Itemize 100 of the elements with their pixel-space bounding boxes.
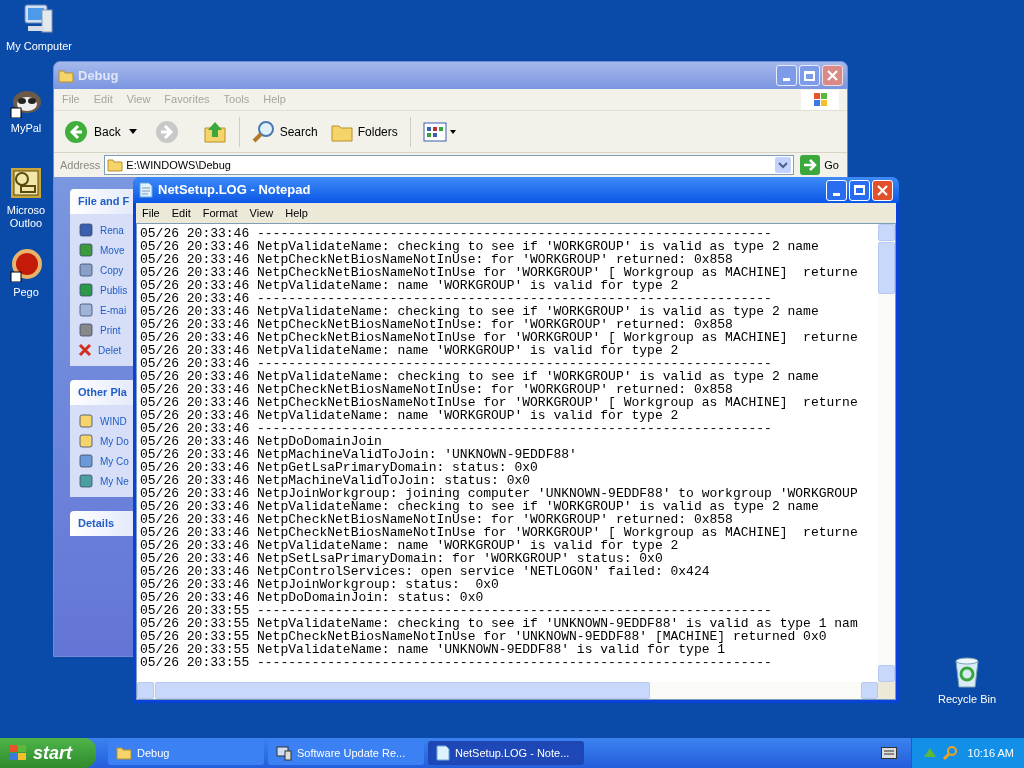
back-button[interactable]: Back xyxy=(64,119,121,144)
log-line: 05/26 20:33:46 NetpCheckNetBiosNameNotInUse for 'WORKGROUP' [ Workgroup as MACHINE] returne xyxy=(140,526,859,539)
menu-item[interactable]: Edit xyxy=(171,204,191,222)
panel-link[interactable]: E-mai xyxy=(100,302,127,318)
taskbar-button[interactable]: Debug xyxy=(108,741,264,765)
log-line: 05/26 20:33:55 NetpValidateName: checking to see if 'UNKNOWN-9EDDF88' is valid as type 1 nam xyxy=(140,617,859,630)
task-icon xyxy=(78,322,94,338)
task-icon xyxy=(78,473,94,489)
panel-link[interactable]: Print xyxy=(100,322,121,338)
calendar-clock-icon[interactable] xyxy=(9,166,43,200)
keyboard-icon[interactable] xyxy=(880,747,897,759)
desktop-icon-label[interactable]: Microso Outloo xyxy=(6,204,46,230)
vertical-scrollbar[interactable] xyxy=(878,224,895,682)
log-line: 05/26 20:33:46 NetpSetLsaPrimaryDomain: for 'WORKGROUP' status: 0x0 xyxy=(140,552,664,565)
task-icon xyxy=(78,282,94,298)
log-line: 05/26 20:33:46 NetpValidateName: name 'WORKGROUP' is valid for type 2 xyxy=(140,344,679,357)
dropdown-icon[interactable] xyxy=(775,157,792,173)
panel-header[interactable]: Other Pla xyxy=(70,380,133,405)
windows-flag-icon xyxy=(8,744,28,762)
log-line: 05/26 20:33:46 NetpValidateName: checking to see if 'WORKGROUP' is valid as type 2 name xyxy=(140,500,820,513)
log-line: 05/26 20:33:46 NetpDoDomainJoin: status: 0x0 xyxy=(140,591,485,604)
panel-link[interactable]: My Ne xyxy=(100,473,129,489)
resize-grip[interactable] xyxy=(878,682,895,699)
log-line: 05/26 20:33:46 NetpGetLsaPrimaryDomain: status: 0x0 xyxy=(140,461,539,474)
log-line: 05/26 20:33:46 NetpCheckNetBiosNameNotInUse: for 'WORKGROUP' returned: 0x858 xyxy=(140,513,734,526)
log-line: 05/26 20:33:55 ------------------------------------------------------------------ xyxy=(140,656,773,669)
computer-icon[interactable] xyxy=(22,2,56,36)
start-button[interactable]: start xyxy=(0,738,96,768)
horizontal-scrollbar[interactable] xyxy=(137,682,878,699)
log-line: 05/26 20:33:46 NetpJoinWorkgroup: joining computer 'UNKNOWN-9EDDF88' to workgroup 'WORKGROUP xyxy=(140,487,859,500)
log-line: 05/26 20:33:55 NetpCheckNetBiosNameNotInUse for 'UNKNOWN-9EDDF88' [MACHINE] returned 0x0 xyxy=(140,630,828,643)
panel-link[interactable]: My Co xyxy=(100,453,129,469)
panel-link[interactable]: Copy xyxy=(100,262,124,278)
panel-link[interactable]: Rena xyxy=(100,222,124,238)
log-line: 05/26 20:33:46 NetpCheckNetBiosNameNotInUse for 'WORKGROUP' [ Workgroup as MACHINE] returne xyxy=(140,396,859,409)
minimize-button[interactable] xyxy=(776,65,797,86)
window-title: Debug xyxy=(78,66,120,85)
address-label: Address xyxy=(60,157,101,173)
menu-item[interactable]: Format xyxy=(202,204,238,222)
task-icon xyxy=(78,222,94,238)
desktop-icon-label[interactable]: MyPal xyxy=(10,122,42,135)
log-line: 05/26 20:33:46 NetpMachineValidToJoin: 'UNKNOWN-9EDDF88' xyxy=(140,448,578,461)
log-line: 05/26 20:33:46 NetpCheckNetBiosNameNotInUse: for 'WORKGROUP' returned: 0x858 xyxy=(140,383,734,396)
taskbar-button[interactable]: Software Update Re... xyxy=(268,741,424,765)
log-line: 05/26 20:33:46 ------------------------------------------------------------------ xyxy=(140,227,773,240)
windows-flag-icon xyxy=(801,89,839,110)
folder-icon xyxy=(58,67,74,84)
task-icon xyxy=(78,433,94,449)
notepad-icon xyxy=(139,182,153,198)
panel-link[interactable]: My Do xyxy=(100,433,129,449)
go-button[interactable]: Go xyxy=(798,155,841,175)
task-icon xyxy=(78,302,94,318)
log-line: 05/26 20:33:46 ------------------------------------------------------------------ xyxy=(140,357,773,370)
log-line: 05/26 20:33:46 ------------------------------------------------------------------ xyxy=(140,422,773,435)
log-line: 05/26 20:33:46 NetpValidateName: checking to see if 'WORKGROUP' is valid as type 2 name xyxy=(140,240,820,253)
panel-link[interactable]: Move xyxy=(100,242,125,258)
notepad-icon xyxy=(436,745,450,761)
menu-item[interactable]: View xyxy=(249,204,274,222)
computer-icon xyxy=(276,745,292,761)
views-icon[interactable] xyxy=(422,121,457,142)
task-icon xyxy=(78,413,94,429)
log-line: 05/26 20:33:46 NetpCheckNetBiosNameNotInUse: for 'WORKGROUP' returned: 0x858 xyxy=(140,253,734,266)
delete-x-icon xyxy=(78,343,92,357)
log-line: 05/26 20:33:46 NetpCheckNetBiosNameNotInUse for 'WORKGROUP' [ Workgroup as MACHINE] returne xyxy=(140,331,859,344)
panel-header[interactable]: File and F xyxy=(70,189,133,214)
go-arrow-icon xyxy=(800,155,821,175)
close-button[interactable] xyxy=(822,65,843,86)
close-icon xyxy=(877,184,888,196)
task-icon xyxy=(78,242,94,258)
panel-link[interactable]: Delet xyxy=(98,342,122,358)
desktop-icon-label[interactable]: Pego xyxy=(13,286,39,299)
panel-header[interactable]: Details xyxy=(70,511,133,536)
window-title: NetSetup.LOG - Notepad xyxy=(158,181,312,200)
maximize-button[interactable] xyxy=(799,65,820,86)
panel-link[interactable]: WIND xyxy=(100,413,127,429)
log-line: 05/26 20:33:46 NetpValidateName: checking to see if 'WORKGROUP' is valid as type 2 name xyxy=(140,305,820,318)
log-line: 05/26 20:33:46 NetpJoinWorkgroup: status: 0x0 xyxy=(140,578,500,591)
ball-icon[interactable] xyxy=(9,248,43,282)
log-line: 05/26 20:33:46 NetpValidateName: name 'WORKGROUP' is valid for type 2 xyxy=(140,279,679,292)
log-line: 05/26 20:33:46 NetpValidateName: name 'WORKGROUP' is valid for type 2 xyxy=(140,409,679,422)
close-icon xyxy=(827,70,838,81)
log-line: 05/26 20:33:55 ------------------------------------------------------------------ xyxy=(140,604,773,617)
taskbar-button[interactable]: NetSetup.LOG - Note... xyxy=(428,741,584,765)
desktop-icon-label[interactable]: Recycle Bin xyxy=(937,693,997,706)
menu-item[interactable]: Help xyxy=(285,204,308,222)
menu-item[interactable]: File xyxy=(142,204,160,222)
panel-link[interactable]: Publis xyxy=(100,282,128,298)
desktop-icon-label[interactable]: My Computer xyxy=(6,40,72,53)
log-line: 05/26 20:33:55 NetpValidateName: name 'UNKNOWN-9EDDF88' is valid for type 1 xyxy=(140,643,727,656)
address-field[interactable]: E:\WINDOWS\Debug xyxy=(104,155,795,175)
task-icon xyxy=(78,453,94,469)
search-icon xyxy=(251,119,276,144)
caret-icon[interactable] xyxy=(128,128,137,135)
folders-button[interactable]: Folders xyxy=(329,119,398,144)
log-line: 05/26 20:33:46 NetpCheckNetBiosNameNotInUse for 'WORKGROUP' [ Workgroup as MACHINE] returne xyxy=(140,266,859,279)
task-icon xyxy=(78,262,94,278)
search-button[interactable]: Search xyxy=(251,119,318,144)
folder-icon xyxy=(116,745,132,761)
log-line: 05/26 20:33:46 NetpDoDomainJoin xyxy=(140,435,382,448)
log-line: 05/26 20:33:46 NetpValidateName: name 'WORKGROUP' is valid for type 2 xyxy=(140,539,679,552)
